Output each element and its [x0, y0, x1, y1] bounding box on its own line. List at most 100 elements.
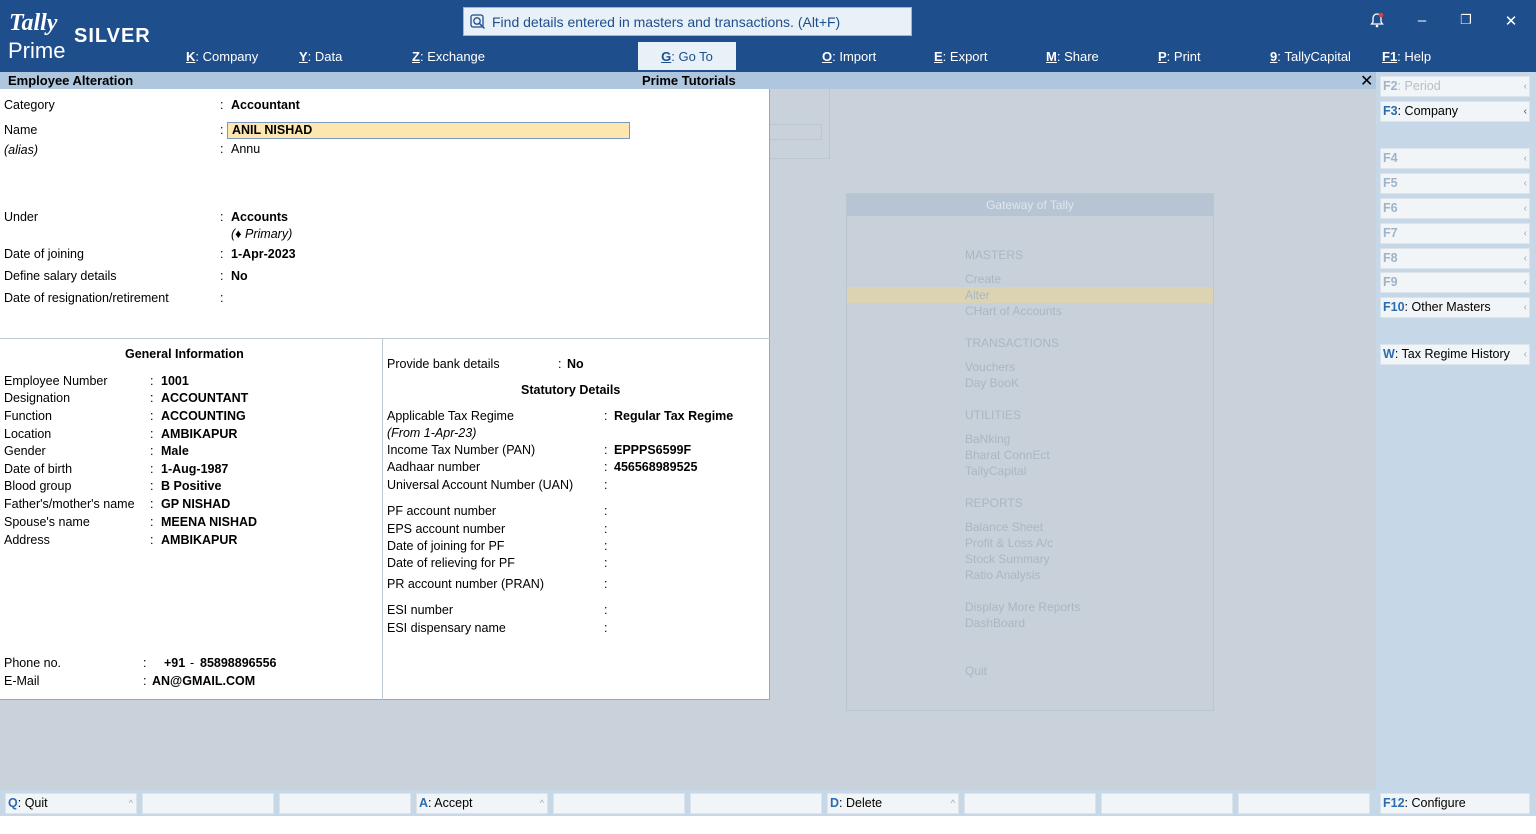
- empty-button[interactable]: [1238, 793, 1370, 814]
- pf-relieve-label: Date of relieving for PF: [387, 556, 515, 570]
- f2-period-button[interactable]: F2: Period ‹: [1380, 76, 1530, 97]
- colon: :: [604, 556, 608, 570]
- category-value[interactable]: Accountant: [231, 98, 300, 112]
- notification-bell-icon[interactable]: [1367, 12, 1387, 30]
- under-value[interactable]: Accounts: [231, 210, 288, 224]
- under-label: Under: [4, 210, 39, 224]
- w-tax-regime-history-button[interactable]: W: Tax Regime History ‹: [1380, 344, 1530, 365]
- tax-regime-value[interactable]: Regular Tax Regime: [614, 409, 733, 423]
- pan-value[interactable]: EPPPS6599F: [614, 443, 691, 457]
- close-form-icon[interactable]: ✕: [1360, 71, 1373, 91]
- gateway-item: Alter: [965, 288, 990, 302]
- gateway-item: BaNking: [965, 432, 1011, 446]
- blood-group-value[interactable]: B Positive: [161, 479, 221, 493]
- menu-tallycapital[interactable]: 9: TallyCapital: [1270, 42, 1351, 70]
- chevron-left-icon: ‹: [1523, 153, 1527, 164]
- colon: :: [220, 123, 224, 137]
- uan-label: Universal Account Number (UAN): [387, 478, 574, 492]
- restore-icon[interactable]: ❐: [1456, 12, 1476, 30]
- f12-configure-button[interactable]: F12: Configure: [1380, 793, 1530, 814]
- column-divider: [382, 338, 383, 700]
- menu-print[interactable]: P: Print: [1158, 42, 1201, 70]
- email-value[interactable]: AN@GMAIL.COM: [152, 674, 255, 688]
- aadhaar-value[interactable]: 456568989525: [614, 460, 697, 474]
- colon: :: [150, 497, 154, 511]
- f6-button[interactable]: F6 ‹: [1380, 198, 1530, 219]
- f3-company-button[interactable]: F3: Company ‹: [1380, 101, 1530, 122]
- menu-import[interactable]: O: Import: [822, 42, 876, 70]
- address-label: Address: [4, 533, 50, 547]
- colon: :: [150, 515, 154, 529]
- chevron-up-icon: ^: [128, 798, 133, 808]
- chevron-left-icon: ‹: [1523, 106, 1527, 117]
- search-placeholder: Find details entered in masters and tran…: [492, 13, 841, 30]
- menu-export[interactable]: E: Export: [934, 42, 987, 70]
- menu-data[interactable]: Y: Data: [299, 42, 342, 70]
- empty-button[interactable]: [142, 793, 274, 814]
- doj-value[interactable]: 1-Apr-2023: [231, 247, 296, 261]
- under-sub: (♦ Primary): [231, 227, 293, 241]
- alias-value[interactable]: Annu: [231, 142, 260, 156]
- chevron-left-icon: ‹: [1523, 81, 1527, 92]
- delete-button[interactable]: D: Delete ^: [827, 793, 959, 814]
- chevron-left-icon: ‹: [1523, 277, 1527, 288]
- aadhaar-label: Aadhaar number: [387, 460, 481, 474]
- dob-value[interactable]: 1-Aug-1987: [161, 462, 228, 476]
- f5-button[interactable]: F5 ‹: [1380, 173, 1530, 194]
- gateway-item: Display More Reports: [965, 600, 1081, 614]
- tax-regime-sub: (From 1-Apr-23): [387, 426, 477, 440]
- empty-button[interactable]: [553, 793, 685, 814]
- resign-label: Date of resignation/retirement: [4, 291, 169, 305]
- empty-button[interactable]: [964, 793, 1096, 814]
- salary-value[interactable]: No: [231, 269, 248, 283]
- chevron-left-icon: ‹: [1523, 253, 1527, 264]
- f8-button[interactable]: F8 ‹: [1380, 248, 1530, 269]
- empty-button[interactable]: [279, 793, 411, 814]
- spouse-name-label: Spouse's name: [4, 515, 90, 529]
- name-input[interactable]: ANIL NISHAD: [227, 122, 630, 139]
- menu-goto[interactable]: G: Go To: [638, 42, 736, 70]
- colon: :: [150, 409, 154, 423]
- empty-button[interactable]: [690, 793, 822, 814]
- search-box[interactable]: Find details entered in masters and tran…: [463, 7, 912, 36]
- function-value[interactable]: ACCOUNTING: [161, 409, 246, 423]
- gender-value[interactable]: Male: [161, 444, 189, 458]
- quit-button[interactable]: Q: Quit ^: [5, 793, 137, 814]
- menu-exchange[interactable]: Z: Exchange: [412, 42, 485, 70]
- menu-company[interactable]: K: Company: [186, 42, 258, 70]
- colon: :: [220, 142, 224, 156]
- employee-alteration-form: Category : Accountant Name : ANIL NISHAD…: [0, 89, 770, 700]
- minimize-icon[interactable]: –: [1412, 12, 1432, 30]
- designation-value[interactable]: ACCOUNTANT: [161, 391, 248, 405]
- pran-label: PR account number (PRAN): [387, 577, 545, 591]
- colon: :: [604, 539, 608, 553]
- close-window-icon[interactable]: ✕: [1501, 12, 1521, 30]
- address-value[interactable]: AMBIKAPUR: [161, 533, 237, 547]
- accept-button[interactable]: A: Accept ^: [416, 793, 548, 814]
- f7-button[interactable]: F7 ‹: [1380, 223, 1530, 244]
- location-value[interactable]: AMBIKAPUR: [161, 427, 237, 441]
- bank-details-value[interactable]: No: [567, 357, 584, 371]
- chevron-left-icon: ‹: [1523, 349, 1527, 360]
- section-divider: [0, 338, 770, 339]
- menu-help[interactable]: F1: Help: [1382, 42, 1431, 70]
- f9-button[interactable]: F9 ‹: [1380, 272, 1530, 293]
- pf-join-label: Date of joining for PF: [387, 539, 505, 553]
- menu-share[interactable]: M: Share: [1046, 42, 1099, 70]
- eps-label: EPS account number: [387, 522, 506, 536]
- f4-button[interactable]: F4 ‹: [1380, 148, 1530, 169]
- empty-button[interactable]: [1101, 793, 1233, 814]
- colon: :: [150, 427, 154, 441]
- top-bar: Tally Prime SILVER Find details entered …: [0, 0, 1536, 72]
- phone-number[interactable]: 85898896556: [200, 656, 276, 670]
- search-icon: [470, 13, 486, 29]
- phone-code[interactable]: +91: [164, 656, 185, 670]
- spouse-name-value[interactable]: MEENA NISHAD: [161, 515, 257, 529]
- f10-other-masters-button[interactable]: F10: Other Masters ‹: [1380, 297, 1530, 318]
- employee-number-value[interactable]: 1001: [161, 374, 189, 388]
- gateway-item: Balance Sheet: [965, 520, 1044, 534]
- parent-name-value[interactable]: GP NISHAD: [161, 497, 230, 511]
- chevron-up-icon: ^: [950, 798, 955, 808]
- email-label: E-Mail: [4, 674, 40, 688]
- category-label: Category: [4, 98, 55, 112]
